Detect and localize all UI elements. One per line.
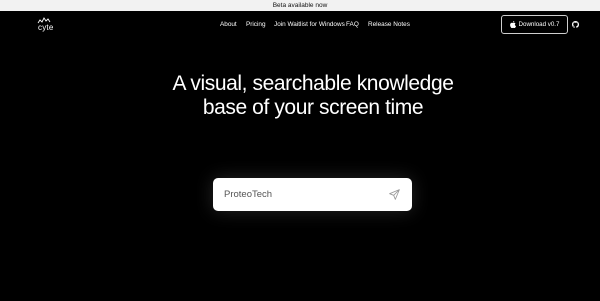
hero-headline: A visual, searchable knowledge base of y… (0, 72, 600, 120)
apple-icon (509, 21, 516, 28)
github-icon[interactable] (572, 21, 579, 28)
search-input[interactable] (224, 186, 384, 203)
hero-line-2: base of your screen time (202, 96, 424, 119)
beta-banner-text[interactable]: Beta available now (273, 2, 328, 9)
cyte-logo[interactable]: cyte (37, 16, 59, 34)
send-icon[interactable] (388, 188, 401, 201)
nav-release-notes[interactable]: Release Notes (368, 21, 410, 28)
nav-faq[interactable]: FAQ (346, 21, 359, 28)
search-box (213, 178, 412, 211)
download-label: Download v0.7 (518, 21, 560, 28)
nav-about[interactable]: About (220, 21, 237, 28)
nav-join-waitlist[interactable]: Join Waitlist for Windows (274, 21, 345, 28)
brand-name: cyte (38, 23, 54, 32)
download-button[interactable]: Download v0.7 (501, 15, 568, 34)
nav-pricing[interactable]: Pricing (246, 21, 266, 28)
beta-banner[interactable]: Beta available now (0, 0, 600, 11)
hero-line-1: A visual, searchable knowledge (172, 72, 454, 95)
